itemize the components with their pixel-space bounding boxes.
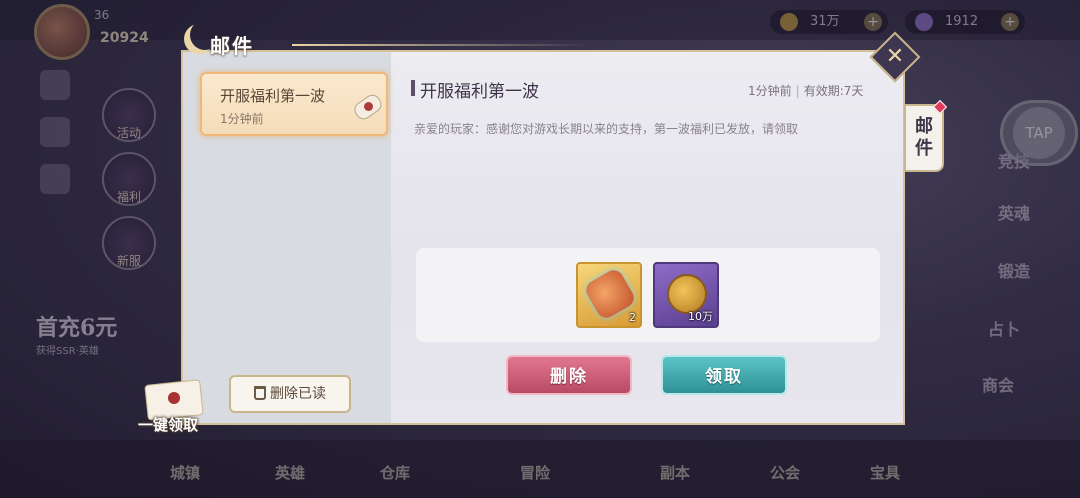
reward-item[interactable]: 10万 <box>653 262 719 328</box>
reward-item[interactable]: 2 <box>576 262 642 328</box>
mail-item-time: 1分钟前 <box>220 112 264 126</box>
mail-title-badge: 邮件 <box>178 8 298 60</box>
side-tab-label: 邮件 <box>915 116 933 159</box>
mail-item-title: 开服福利第一波 <box>220 87 326 105</box>
mail-detail <box>391 52 903 423</box>
trash-icon <box>254 386 266 400</box>
mail-meta: 1分钟前 | 有效期:7天 <box>748 84 864 98</box>
delete-button[interactable]: 删除 <box>506 355 632 395</box>
reward-qty: 10万 <box>688 310 713 323</box>
mail-panel-title: 邮件 <box>210 34 254 58</box>
mail-detail-title: 开服福利第一波 <box>420 82 539 102</box>
delete-read-label: 删除已读 <box>270 386 326 402</box>
claim-all-label: 一键领取 <box>138 416 199 434</box>
reward-box <box>416 248 880 342</box>
reward-qty: 2 <box>629 311 636 324</box>
claim-button[interactable]: 领取 <box>661 355 787 395</box>
title-accent-bar <box>411 80 415 96</box>
delete-read-button[interactable]: 删除已读 <box>229 375 351 413</box>
mail-body-text: 亲爱的玩家：感谢您对游戏长期以来的支持，第一波福利已发放，请领取 <box>414 122 799 136</box>
mail-validity: 有效期:7天 <box>803 84 864 98</box>
mail-side-tab[interactable]: 邮件 <box>904 99 948 172</box>
mail-detail-time: 1分钟前 <box>748 84 792 98</box>
close-icon: ✕ <box>885 44 905 69</box>
scroll-letter-icon <box>350 88 385 128</box>
wax-seal-icon <box>168 392 180 404</box>
claim-all-button[interactable]: 一键领取 <box>134 378 218 438</box>
title-divider <box>292 44 592 46</box>
mail-list-item[interactable]: 开服福利第一波 1分钟前 <box>200 72 388 136</box>
